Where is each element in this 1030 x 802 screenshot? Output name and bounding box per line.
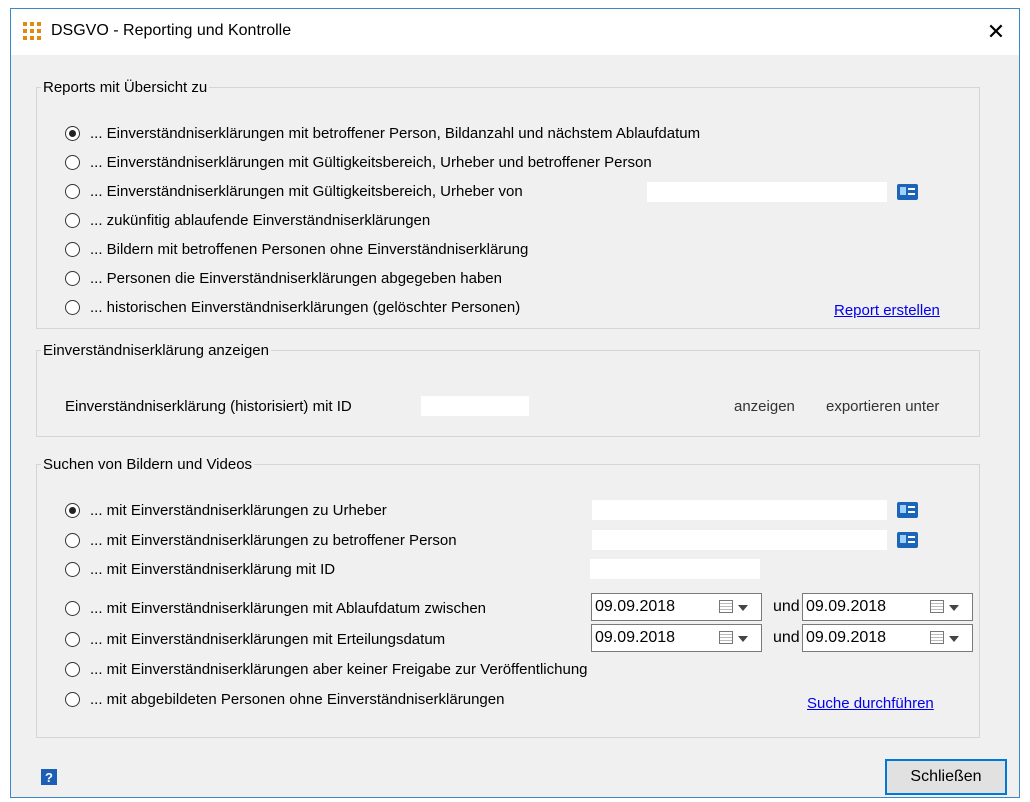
search-option-label: ... mit Einverständniserklärungen zu bet… [90, 531, 457, 549]
report-option-5[interactable]: ... Personen die Einverständniserklärung… [65, 267, 502, 289]
search-legend: Suchen von Bildern und Videos [43, 456, 253, 473]
report-option-label: ... Einverständniserklärungen mit Gültig… [90, 182, 523, 200]
report-option-label: ... Einverständniserklärungen mit betrof… [90, 124, 701, 142]
close-icon[interactable]: ✕ [973, 9, 1019, 55]
search-group: Suchen von Bildern und Videos ... mit Ei… [36, 456, 980, 738]
consent-display-group: Einverständniserklärung anzeigen Einvers… [36, 342, 980, 437]
expiry-to-value: 09.09.2018 [806, 598, 887, 615]
report-option-1[interactable]: ... Einverständniserklärungen mit Gültig… [65, 151, 652, 173]
address-book-icon[interactable] [897, 532, 918, 548]
und-label: und [773, 598, 800, 615]
consent-legend: Einverständniserklärung anzeigen [43, 342, 269, 359]
und-label: und [773, 629, 800, 646]
radio-button[interactable] [65, 691, 80, 707]
export-action[interactable]: exportieren unter [826, 398, 939, 415]
radio-button[interactable] [65, 241, 80, 257]
report-von-input[interactable] [647, 182, 887, 202]
reports-group: Reports mit Übersicht zu ... Einverständ… [36, 79, 980, 329]
search-option-0[interactable]: ... mit Einverständniserklärungen zu Urh… [65, 499, 387, 521]
radio-button[interactable] [65, 600, 80, 616]
address-book-icon[interactable] [897, 502, 918, 518]
urheber-input[interactable] [592, 500, 887, 520]
chevron-down-icon[interactable] [738, 605, 748, 611]
expiry-from-value: 09.09.2018 [595, 598, 676, 615]
report-option-label: ... zukünfitig ablaufende Einverständnis… [90, 211, 431, 229]
search-option-3[interactable]: ... mit Einverständniserklärungen mit Ab… [65, 597, 486, 619]
radio-button[interactable] [65, 299, 80, 315]
radio-button[interactable] [65, 125, 80, 141]
run-search-link[interactable]: Suche durchführen [807, 695, 934, 712]
report-option-3[interactable]: ... zukünfitig ablaufende Einverständnis… [65, 209, 430, 231]
report-option-label: ... Personen die Einverständniserklärung… [90, 269, 502, 287]
report-option-label: ... Bildern mit betroffenen Personen ohn… [90, 240, 529, 258]
radio-button[interactable] [65, 532, 80, 548]
grant-from-date[interactable]: 09.09.2018 [591, 624, 762, 652]
radio-button[interactable] [65, 631, 80, 647]
radio-button[interactable] [65, 502, 80, 518]
radio-button[interactable] [65, 661, 80, 677]
report-option-label: ... historischen Einverständniserklärung… [90, 298, 521, 316]
search-option-2[interactable]: ... mit Einverständniserklärung mit ID [65, 558, 335, 580]
consent-id-input[interactable] [421, 396, 529, 416]
search-option-label: ... mit abgebildeten Personen ohne Einve… [90, 690, 505, 708]
search-option-1[interactable]: ... mit Einverständniserklärungen zu bet… [65, 529, 457, 551]
chevron-down-icon[interactable] [738, 636, 748, 642]
reports-legend: Reports mit Übersicht zu [43, 79, 208, 96]
radio-button[interactable] [65, 154, 80, 170]
chevron-down-icon[interactable] [949, 605, 959, 611]
radio-button[interactable] [65, 183, 80, 199]
help-icon[interactable]: ? [41, 769, 57, 785]
report-option-2[interactable]: ... Einverständniserklärungen mit Gültig… [65, 180, 523, 202]
radio-button[interactable] [65, 270, 80, 286]
grant-to-date[interactable]: 09.09.2018 [802, 624, 973, 652]
report-option-6[interactable]: ... historischen Einverständniserklärung… [65, 296, 520, 318]
search-option-label: ... mit Einverständniserklärung mit ID [90, 560, 336, 578]
expiry-from-date[interactable]: 09.09.2018 [591, 593, 762, 621]
calendar-icon[interactable] [719, 631, 733, 644]
close-button[interactable]: Schließen [885, 759, 1007, 795]
report-option-label: ... Einverständniserklärungen mit Gültig… [90, 153, 652, 171]
report-option-4[interactable]: ... Bildern mit betroffenen Personen ohn… [65, 238, 528, 260]
grant-to-value: 09.09.2018 [806, 629, 887, 646]
search-option-label: ... mit Einverständniserklärungen mit Er… [90, 630, 446, 648]
search-id-input[interactable] [590, 559, 760, 579]
expiry-to-date[interactable]: 09.09.2018 [802, 593, 973, 621]
address-book-icon[interactable] [897, 184, 918, 200]
search-option-6[interactable]: ... mit abgebildeten Personen ohne Einve… [65, 688, 504, 710]
app-icon [23, 22, 41, 40]
dialog-window: DSGVO - Reporting und Kontrolle ✕ Report… [10, 8, 1020, 798]
show-action[interactable]: anzeigen [734, 398, 795, 415]
create-report-link[interactable]: Report erstellen [834, 302, 940, 319]
radio-button[interactable] [65, 212, 80, 228]
chevron-down-icon[interactable] [949, 636, 959, 642]
search-option-5[interactable]: ... mit Einverständniserklärungen aber k… [65, 658, 588, 680]
calendar-icon[interactable] [719, 600, 733, 613]
calendar-icon[interactable] [930, 600, 944, 613]
person-input[interactable] [592, 530, 887, 550]
title-bar: DSGVO - Reporting und Kontrolle ✕ [11, 9, 1019, 55]
consent-id-label: Einverständniserklärung (historisiert) m… [65, 397, 352, 415]
grant-from-value: 09.09.2018 [595, 629, 676, 646]
calendar-icon[interactable] [930, 631, 944, 644]
search-option-label: ... mit Einverständniserklärungen aber k… [90, 660, 588, 678]
search-option-label: ... mit Einverständniserklärungen zu Urh… [90, 501, 387, 519]
report-option-0[interactable]: ... Einverständniserklärungen mit betrof… [65, 122, 700, 144]
window-title: DSGVO - Reporting und Kontrolle [51, 22, 292, 39]
search-option-4[interactable]: ... mit Einverständniserklärungen mit Er… [65, 628, 445, 650]
search-option-label: ... mit Einverständniserklärungen mit Ab… [90, 599, 487, 617]
radio-button[interactable] [65, 561, 80, 577]
